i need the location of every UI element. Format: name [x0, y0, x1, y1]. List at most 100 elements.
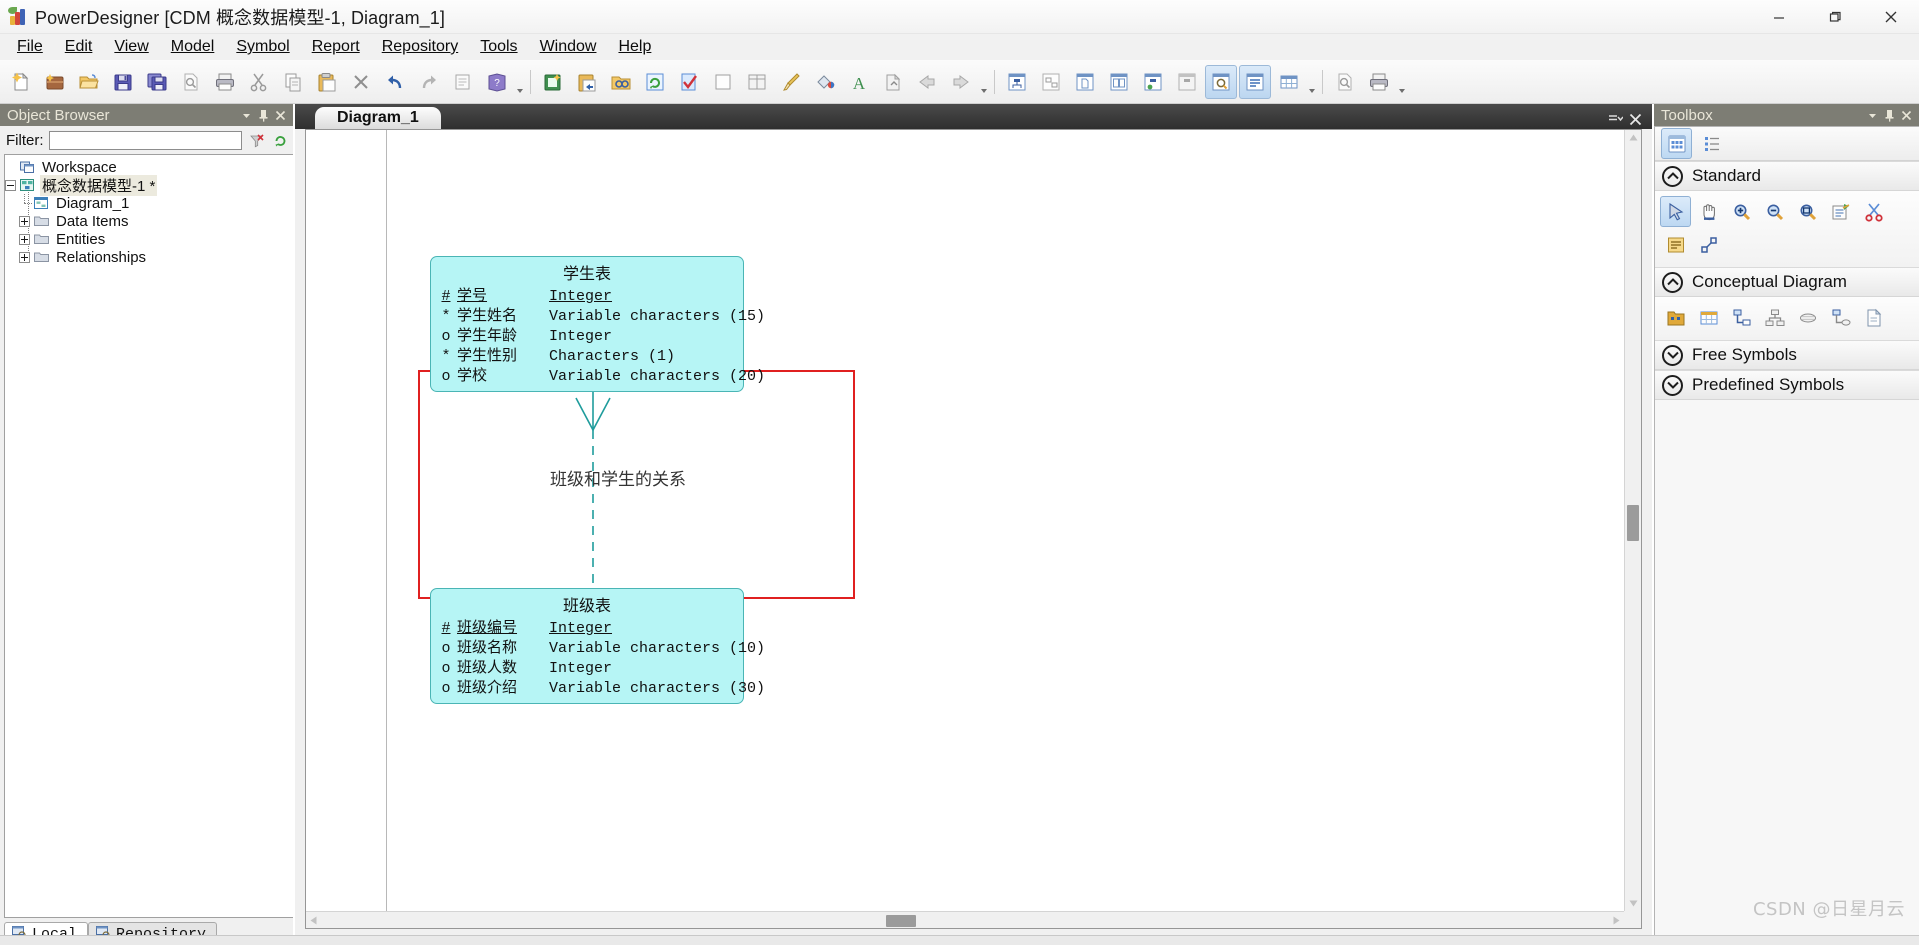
fill-color-icon[interactable] — [809, 65, 841, 99]
chevron-up-icon[interactable] — [1662, 271, 1683, 293]
canvas-horizontal-scrollbar[interactable] — [306, 911, 1624, 928]
print-preview2-icon[interactable] — [1329, 65, 1361, 99]
paste-as-link-icon[interactable] — [571, 65, 603, 99]
list-view-icon[interactable] — [1696, 128, 1727, 159]
tree-item-data-items[interactable]: Data Items — [5, 212, 293, 230]
link-icon[interactable] — [1693, 229, 1724, 260]
link-diagram-icon[interactable] — [1137, 65, 1169, 99]
toolbox-section-predefined-symbols[interactable]: Predefined Symbols — [1655, 370, 1919, 400]
file-object-icon[interactable] — [1858, 302, 1889, 333]
chevron-up-icon[interactable] — [1662, 165, 1683, 187]
blank-page-icon[interactable] — [707, 65, 739, 99]
toolbar-overflow-4[interactable] — [1396, 65, 1407, 99]
scroll-down-icon[interactable] — [1625, 896, 1641, 911]
package-icon[interactable] — [1660, 302, 1691, 333]
canvas-vertical-scrollbar[interactable] — [1624, 130, 1641, 911]
chevron-down-icon[interactable] — [1662, 344, 1683, 366]
relationship-label[interactable]: 班级和学生的关系 — [550, 465, 686, 490]
new-model-icon[interactable] — [5, 65, 37, 99]
close-button[interactable] — [1863, 0, 1919, 34]
check-model-icon[interactable] — [673, 65, 705, 99]
grabber-hand-icon[interactable] — [1693, 196, 1724, 227]
redo-icon[interactable] — [413, 65, 445, 99]
auto-layout-icon[interactable] — [741, 65, 773, 99]
relationship-icon[interactable] — [1726, 302, 1757, 333]
entity-icon[interactable] — [1693, 302, 1724, 333]
toolbox-section-free-symbols[interactable]: Free Symbols — [1655, 340, 1919, 370]
toolbox-section-conceptual-diagram[interactable]: Conceptual Diagram — [1655, 267, 1919, 297]
chevron-down-icon[interactable] — [1662, 374, 1683, 396]
scroll-up-icon[interactable] — [1625, 130, 1641, 145]
list-view-icon[interactable] — [1239, 64, 1271, 99]
menu-window[interactable]: Window — [529, 36, 608, 58]
entity-class[interactable]: 班级表 # 班级编号 Integer o 班级名称 Variable chara… — [430, 588, 765, 704]
window-list-icon[interactable] — [1608, 113, 1623, 126]
properties-icon[interactable] — [447, 65, 479, 99]
zoom-fit-icon[interactable] — [1792, 196, 1823, 227]
expand-toggle-icon[interactable] — [19, 233, 30, 245]
diagram-canvas[interactable]: 班级和学生的关系 学生表 # 学号 Integer * 学生姓名 Variabl… — [306, 130, 1624, 911]
object-tree[interactable]: Workspace 概念数据模型-1 * Diagram_1 Data Item… — [4, 154, 293, 918]
font-icon[interactable]: A — [843, 65, 875, 99]
help-icon[interactable]: ? — [481, 65, 513, 99]
close-icon[interactable] — [272, 106, 289, 124]
zoom-out-icon[interactable] — [1759, 196, 1790, 227]
zoom-in-icon[interactable] — [1726, 196, 1757, 227]
menu-symbol[interactable]: Symbol — [225, 36, 300, 58]
collapse-toggle-icon[interactable] — [5, 179, 16, 191]
sub-diagram-icon[interactable] — [1171, 65, 1203, 99]
toolbox-section-standard[interactable]: Standard — [1655, 161, 1919, 191]
close-diagram-icon[interactable] — [1629, 113, 1642, 126]
pointer-icon[interactable] — [1660, 196, 1691, 227]
menu-help[interactable]: Help — [607, 36, 662, 58]
note-icon[interactable] — [1660, 229, 1691, 260]
chevron-down-icon[interactable] — [238, 106, 255, 124]
filter-clear-icon[interactable] — [247, 131, 266, 150]
minimize-button[interactable] — [1751, 0, 1807, 34]
save-all-icon[interactable] — [141, 65, 173, 99]
association-icon[interactable] — [1792, 302, 1823, 333]
next-view-icon[interactable] — [945, 65, 977, 99]
pin-icon[interactable] — [255, 106, 272, 124]
entity-student[interactable]: 学生表 # 学号 Integer * 学生姓名 Variable charact… — [430, 256, 765, 392]
canvas-vertical-scroll-thumb[interactable] — [1627, 505, 1639, 541]
menu-view[interactable]: View — [103, 36, 159, 58]
new-page-icon[interactable] — [1069, 65, 1101, 99]
diagram-tab[interactable]: Diagram_1 — [315, 107, 441, 129]
tree-item-workspace[interactable]: Workspace — [5, 158, 293, 176]
pin-icon[interactable] — [1881, 106, 1898, 124]
close-icon[interactable] — [1898, 106, 1915, 124]
menu-report[interactable]: Report — [301, 36, 371, 58]
expand-toggle-icon[interactable] — [19, 215, 30, 227]
filter-refresh-icon[interactable] — [271, 131, 290, 150]
cut-icon[interactable] — [243, 65, 275, 99]
model-diagram-icon[interactable] — [1001, 65, 1033, 99]
chevron-down-icon[interactable] — [1864, 106, 1881, 124]
tree-item-diagram[interactable]: Diagram_1 — [5, 194, 293, 212]
menu-model[interactable]: Model — [160, 36, 226, 58]
grid-view-icon[interactable] — [1273, 65, 1305, 99]
open-model-icon[interactable] — [73, 65, 105, 99]
previous-view-icon[interactable] — [911, 65, 943, 99]
print-preview-icon[interactable] — [175, 65, 207, 99]
canvas-horizontal-scroll-thumb[interactable] — [886, 915, 916, 927]
print-icon[interactable] — [209, 65, 241, 99]
menu-edit[interactable]: Edit — [54, 36, 104, 58]
undo-icon[interactable] — [379, 65, 411, 99]
refresh-icon[interactable] — [639, 65, 671, 99]
toolbar-overflow-1[interactable] — [514, 65, 525, 99]
tree-item-cdm-model[interactable]: 概念数据模型-1 * — [5, 174, 293, 196]
scroll-right-icon[interactable] — [1609, 912, 1624, 928]
entity-layout-icon[interactable] — [1035, 65, 1067, 99]
menu-file[interactable]: File — [6, 36, 54, 58]
print2-icon[interactable] — [1363, 65, 1395, 99]
tile-windows-icon[interactable] — [1103, 65, 1135, 99]
menu-repository[interactable]: Repository — [371, 36, 469, 58]
association-link-icon[interactable] — [1825, 302, 1856, 333]
format-brush-icon[interactable] — [775, 65, 807, 99]
scroll-left-icon[interactable] — [306, 912, 321, 928]
copy-icon[interactable] — [277, 65, 309, 99]
maximize-button[interactable] — [1807, 0, 1863, 34]
toolbar-overflow-3[interactable] — [1306, 65, 1317, 99]
tree-item-entities[interactable]: Entities — [5, 230, 293, 248]
